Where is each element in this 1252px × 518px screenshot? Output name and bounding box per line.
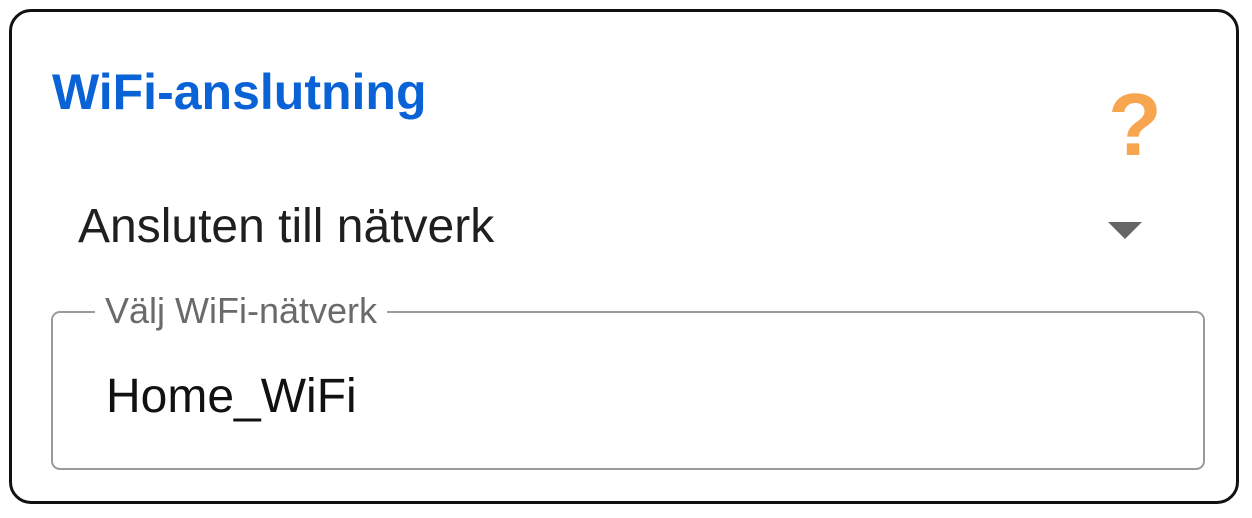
caret-down-icon [1108, 222, 1142, 239]
wifi-network-value: Home_WiFi [106, 370, 357, 423]
wifi-network-label: Välj WiFi-nätverk [95, 291, 388, 331]
help-icon[interactable]: ? [1108, 80, 1162, 170]
wifi-connection-card: WiFi-anslutning ? Ansluten till nätverk … [9, 9, 1239, 504]
card-title: WiFi-anslutning [52, 64, 427, 120]
connection-mode-value: Ansluten till nätverk [78, 200, 495, 253]
wifi-network-field[interactable]: Välj WiFi-nätverk Home_WiFi [51, 291, 1205, 470]
connection-mode-dropdown[interactable]: Ansluten till nätverk [78, 192, 1158, 262]
